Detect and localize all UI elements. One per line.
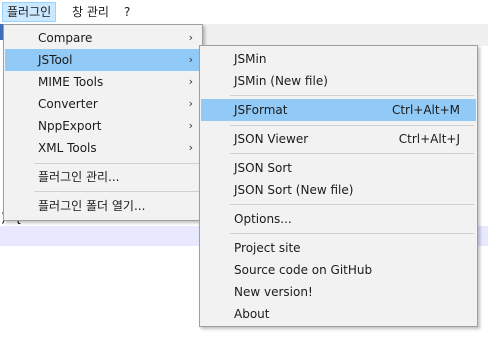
menu-item-json-sort-new-file[interactable]: JSON Sort (New file) [201,179,476,201]
menu-item-shortcut: Ctrl+Alt+M [391,103,460,117]
menu-item-nppexport[interactable]: NppExport › [5,115,201,137]
menu-item-json-viewer[interactable]: JSON Viewer Ctrl+Alt+J [201,128,476,150]
menu-separator [230,233,474,234]
menu-item-label: JSFormat [234,103,288,117]
menu-separator [34,191,199,192]
menu-item-label: JSON Viewer [234,132,309,146]
menu-item-jstool[interactable]: JSTool › [5,49,201,71]
submenu-arrow-icon: › [188,53,193,66]
menu-item-plugin-admin[interactable]: 플러그인 관리... [5,166,201,188]
menu-item-shortcut: Ctrl+Alt+J [398,132,460,146]
menu-item-xml-tools[interactable]: XML Tools › [5,137,201,159]
menu-item-options[interactable]: Options... [201,208,476,230]
menu-item-label: 플러그인 폴더 열기... [38,199,146,213]
menu-item-label: NppExport [38,119,102,133]
menu-item-label: JSMin (New file) [234,74,328,88]
toolbar [200,24,488,66]
menu-separator [230,125,474,126]
menu-item-jsmin-new-file[interactable]: JSMin (New file) [201,70,476,92]
jstool-submenu: JSMin JSMin (New file) JSFormat Ctrl+Alt… [199,45,478,327]
menu-item-open-plugin-folder[interactable]: 플러그인 폴더 열기... [5,195,201,217]
menu-item-label: JSMin [234,52,267,66]
menu-item-project-site[interactable]: Project site [201,237,476,259]
menu-separator [230,95,474,96]
menu-window[interactable]: 창 관리 [68,3,113,21]
menu-item-label: JSON Sort [234,161,292,175]
menu-item-label: Compare [38,31,93,45]
menu-separator [34,163,199,164]
menu-plugins[interactable]: 플러그인 [2,2,57,22]
menu-help[interactable]: ? [120,3,134,21]
submenu-arrow-icon: › [188,75,193,88]
menu-item-label: Options... [234,212,292,226]
menu-item-jsmin[interactable]: JSMin [201,48,476,70]
menu-item-label: 플러그인 관리... [38,170,120,184]
menu-separator [230,153,474,154]
menu-item-compare[interactable]: Compare › [5,27,201,49]
menu-item-label: Source code on GitHub [234,263,373,277]
submenu-arrow-icon: › [188,141,193,154]
plugins-menu: Compare › JSTool › MIME Tools › Converte… [3,24,203,221]
menu-item-label: About [234,307,270,321]
submenu-arrow-icon: › [188,119,193,132]
menu-item-label: MIME Tools [38,75,104,89]
submenu-arrow-icon: › [188,31,193,44]
menu-item-label: Project site [234,241,301,255]
menu-item-about[interactable]: About [201,303,476,325]
menu-item-label: XML Tools [38,141,97,155]
menu-item-new-version[interactable]: New version! [201,281,476,303]
submenu-arrow-icon: › [188,97,193,110]
menu-bar: 플러그인 창 관리 ? [0,0,488,24]
menu-item-jsformat[interactable]: JSFormat Ctrl+Alt+M [201,99,476,121]
menu-item-label: JSON Sort (New file) [234,183,354,197]
menu-item-json-sort[interactable]: JSON Sort [201,157,476,179]
menu-item-label: JSTool [38,53,73,67]
menu-item-label: New version! [234,285,313,299]
menu-item-mime-tools[interactable]: MIME Tools › [5,71,201,93]
menu-item-label: Converter [38,97,98,111]
menu-item-converter[interactable]: Converter › [5,93,201,115]
menu-separator [230,204,474,205]
menu-item-source-code-github[interactable]: Source code on GitHub [201,259,476,281]
